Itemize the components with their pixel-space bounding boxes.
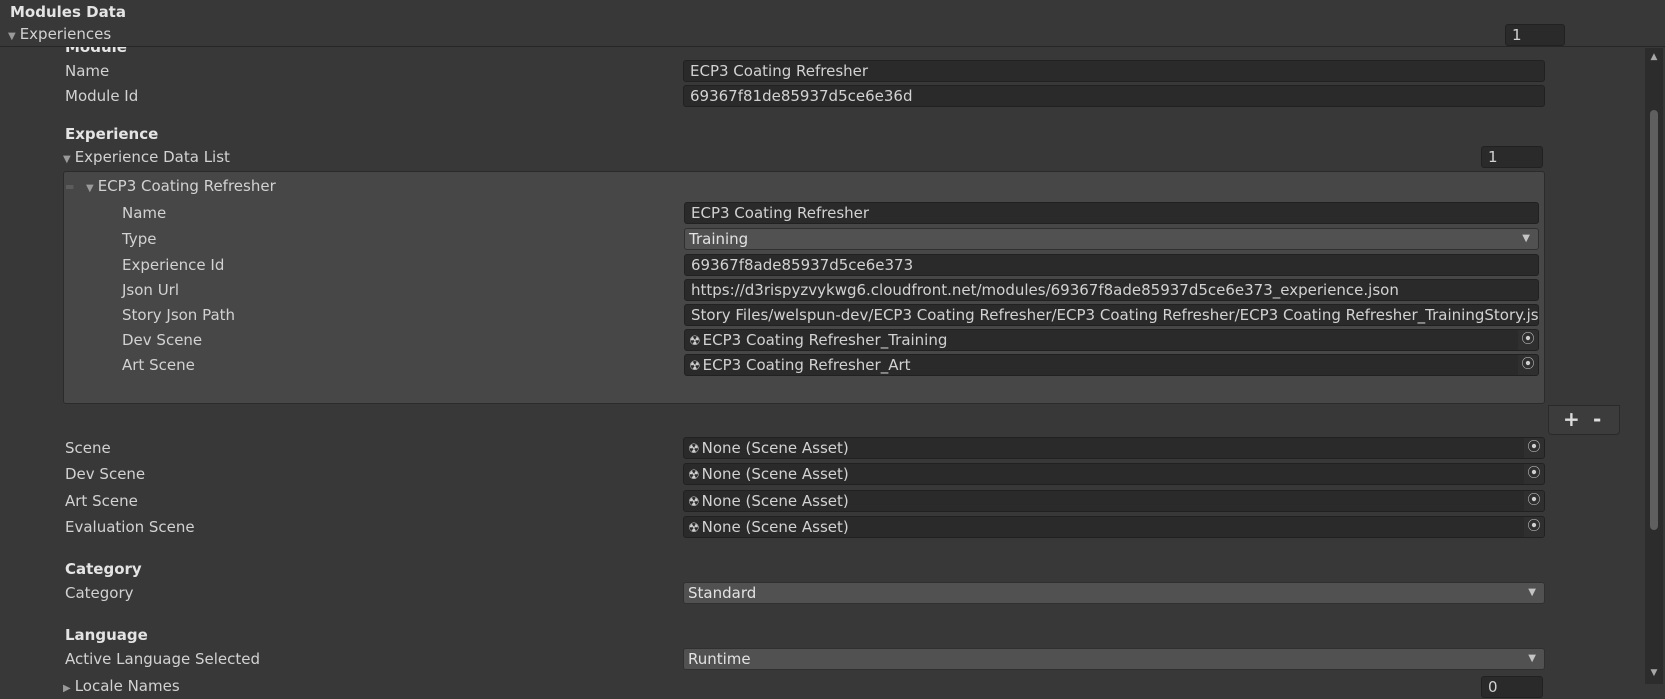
experience-art-scene-field[interactable]: ☢ ECP3 Coating Refresher_Art ⦿ [684, 354, 1539, 376]
dropdown-arrow-icon: ▼ [1528, 587, 1536, 598]
art-scene-field[interactable]: ☢ None (Scene Asset) ⦿ [683, 490, 1545, 512]
experience-id-label: Experience Id [122, 256, 225, 274]
unity-scene-icon: ☢ [689, 334, 701, 349]
story-json-path-field[interactable]: Story Files/welspun-dev/ECP3 Coating Ref… [684, 304, 1539, 326]
module-id-field[interactable]: 69367f81de85937d5ce6e36d [683, 85, 1545, 107]
foldout-expanded-icon: ▼ [63, 154, 71, 165]
scene-field[interactable]: ☢ None (Scene Asset) ⦿ [683, 437, 1545, 459]
add-element-button[interactable]: + [1563, 408, 1580, 430]
active-language-label: Active Language Selected [65, 650, 260, 668]
scene-value: None (Scene Asset) [701, 439, 849, 457]
evaluation-scene-field[interactable]: ☢ None (Scene Asset) ⦿ [683, 516, 1545, 538]
foldout-expanded-icon: ▼ [8, 31, 16, 42]
experience-list-element: ═ ▼ ECP3 Coating Refresher Name ECP3 Coat… [63, 171, 1545, 404]
experience-type-label: Type [122, 230, 157, 248]
locale-names-label: Locale Names [74, 677, 180, 695]
active-language-dropdown[interactable]: Runtime ▼ [683, 648, 1545, 670]
art-scene-value: None (Scene Asset) [701, 492, 849, 510]
remove-element-button[interactable]: - [1593, 408, 1601, 430]
experience-art-scene-value: ECP3 Coating Refresher_Art [702, 356, 911, 374]
art-scene-label: Art Scene [65, 492, 138, 510]
experience-section-header: Experience [65, 125, 159, 143]
evaluation-scene-label: Evaluation Scene [65, 518, 195, 536]
category-section-header: Category [65, 560, 142, 578]
experience-id-field[interactable]: 69367f8ade85937d5ce6e373 [684, 254, 1539, 276]
object-picker-icon[interactable]: ⦿ [1524, 438, 1544, 458]
locale-names-foldout[interactable]: ▶ Locale Names [63, 676, 180, 699]
dev-scene-value: None (Scene Asset) [701, 465, 849, 483]
experience-art-scene-label: Art Scene [122, 356, 195, 374]
category-label: Category [65, 584, 134, 602]
module-section-header: Module [65, 47, 127, 56]
category-dropdown[interactable]: Standard ▼ [683, 582, 1545, 604]
experience-item-title: ECP3 Coating Refresher [97, 177, 276, 195]
experiences-count-field[interactable]: 1 [1505, 24, 1565, 46]
module-id-label: Module Id [65, 87, 139, 105]
dropdown-arrow-icon: ▼ [1528, 653, 1536, 664]
drag-handle-icon[interactable]: ═ [66, 180, 73, 194]
object-picker-icon[interactable]: ⦿ [1518, 355, 1538, 375]
experience-data-list-label: Experience Data List [74, 148, 230, 166]
experience-name-field[interactable]: ECP3 Coating Refresher [684, 202, 1539, 224]
experience-data-list-foldout[interactable]: ▼ Experience Data List [63, 147, 230, 170]
module-name-field[interactable]: ECP3 Coating Refresher [683, 60, 1545, 82]
experience-item-foldout[interactable]: ▼ ECP3 Coating Refresher [86, 176, 276, 199]
object-picker-icon[interactable]: ⦿ [1518, 330, 1538, 350]
unity-scene-icon: ☢ [688, 468, 700, 483]
experience-type-dropdown[interactable]: Training ▼ [684, 228, 1539, 250]
experiences-foldout[interactable]: ▼ Experiences [8, 24, 111, 47]
experience-dev-scene-field[interactable]: ☢ ECP3 Coating Refresher_Training ⦿ [684, 329, 1539, 351]
foldout-collapsed-icon: ▶ [63, 683, 71, 694]
unity-scene-icon: ☢ [689, 359, 701, 374]
experience-dev-scene-value: ECP3 Coating Refresher_Training [702, 331, 948, 349]
section-title-modules-data: Modules Data [10, 3, 126, 21]
locale-names-count-field[interactable]: 0 [1481, 676, 1543, 698]
experience-data-list-count-field[interactable]: 1 [1481, 146, 1543, 168]
object-picker-icon[interactable]: ⦿ [1524, 464, 1544, 484]
scroll-down-arrow-icon[interactable]: ▼ [1645, 668, 1663, 678]
foldout-expanded-icon: ▼ [86, 183, 94, 194]
dev-scene-label: Dev Scene [65, 465, 146, 483]
dev-scene-field[interactable]: ☢ None (Scene Asset) ⦿ [683, 463, 1545, 485]
experience-type-value: Training [689, 230, 749, 248]
category-value: Standard [688, 584, 757, 602]
evaluation-scene-value: None (Scene Asset) [701, 518, 849, 536]
json-url-label: Json Url [122, 281, 180, 299]
object-picker-icon[interactable]: ⦿ [1524, 491, 1544, 511]
experience-dev-scene-label: Dev Scene [122, 331, 203, 349]
list-add-remove-footer: + - [1548, 405, 1620, 435]
module-name-label: Name [65, 62, 110, 80]
active-language-value: Runtime [688, 650, 751, 668]
scene-label: Scene [65, 439, 111, 457]
language-section-header: Language [65, 626, 148, 644]
experience-name-label: Name [122, 204, 167, 222]
unity-scene-icon: ☢ [688, 495, 700, 510]
dropdown-arrow-icon: ▼ [1522, 233, 1530, 244]
scrollbar-thumb[interactable] [1650, 110, 1658, 530]
experiences-label: Experiences [19, 25, 112, 43]
object-picker-icon[interactable]: ⦿ [1524, 517, 1544, 537]
unity-scene-icon: ☢ [688, 442, 700, 457]
unity-scene-icon: ☢ [688, 521, 700, 536]
scroll-up-arrow-icon[interactable]: ▲ [1645, 52, 1663, 62]
story-json-path-label: Story Json Path [122, 306, 236, 324]
json-url-field[interactable]: https://d3rispyzvykwg6.cloudfront.net/mo… [684, 279, 1539, 301]
